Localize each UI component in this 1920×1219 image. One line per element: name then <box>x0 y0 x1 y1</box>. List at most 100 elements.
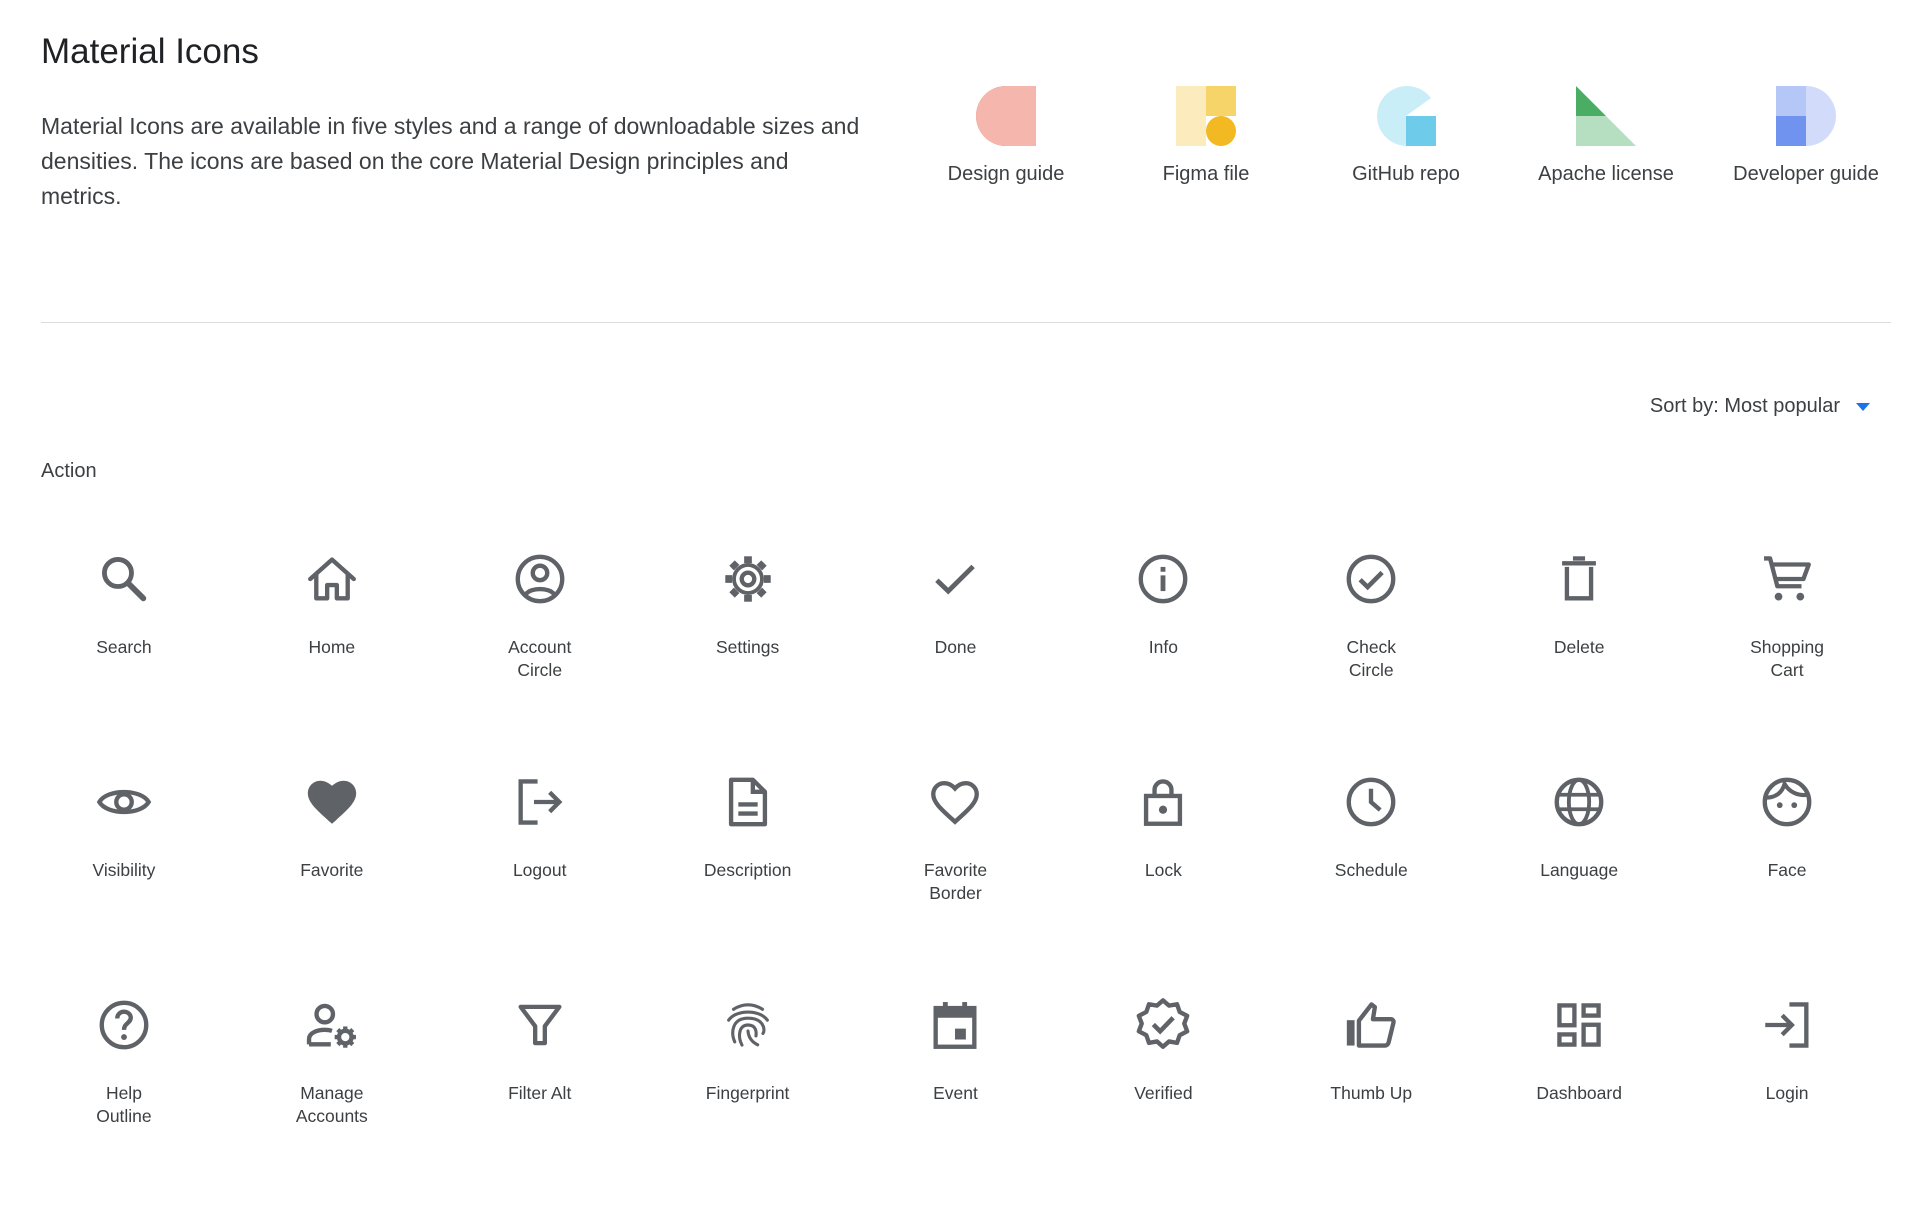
icon-label: Filter Alt <box>508 1083 572 1103</box>
icon-label: Manage Accounts <box>295 1083 368 1126</box>
icon-tile-check-circle[interactable]: Check Circle <box>1267 550 1475 773</box>
icon-label: Search <box>96 637 152 657</box>
search-icon <box>101 557 147 602</box>
language-icon <box>1554 777 1604 827</box>
info-icon <box>1138 554 1188 604</box>
icon-tile-language[interactable]: Language <box>1475 773 1683 996</box>
icon-label: Schedule <box>1334 860 1408 880</box>
icon-tile-verified[interactable]: Verified <box>1059 996 1267 1219</box>
icon-label: Language <box>1540 860 1619 880</box>
icon-tile-favorite[interactable]: Favorite <box>228 773 436 996</box>
favorite-border-icon <box>931 780 980 825</box>
icon-label: Help Outline <box>96 1083 152 1126</box>
icon-label: Favorite <box>300 860 364 880</box>
icon-tile-schedule[interactable]: Schedule <box>1267 773 1475 996</box>
dashboard-icon <box>1557 1003 1601 1047</box>
icon-tile-visibility[interactable]: Visibility <box>20 773 228 996</box>
icon-tile-account-circle[interactable]: Account Circle <box>436 550 644 773</box>
icon-label: Favorite Border <box>923 860 988 903</box>
icon-tile-search[interactable]: Search <box>20 550 228 773</box>
login-icon <box>1765 1002 1809 1048</box>
sort-dropdown[interactable]: Sort by: Most popular <box>1650 395 1870 418</box>
description-icon <box>728 777 767 827</box>
account-circle-icon <box>515 554 565 604</box>
icon-tile-favorite-border[interactable]: Favorite Border <box>852 773 1060 996</box>
visibility-icon <box>96 789 152 815</box>
icon-tile-filter-alt[interactable]: Filter Alt <box>436 996 644 1219</box>
icon-label: Lock <box>1144 860 1182 880</box>
resource-github-repo[interactable]: GitHub repo <box>1306 86 1506 186</box>
icon-label: Check Circle <box>1346 637 1397 680</box>
icon-tile-lock[interactable]: Lock <box>1059 773 1267 996</box>
design-guide-icon <box>976 86 1036 146</box>
icon-label: Event <box>933 1083 978 1103</box>
icon-label: Info <box>1148 637 1178 657</box>
icon-tile-help-outline[interactable]: Help Outline <box>20 996 228 1219</box>
icon-tile-info[interactable]: Info <box>1059 550 1267 773</box>
icon-label: Logout <box>512 860 567 880</box>
section-divider <box>41 322 1891 323</box>
resource-label: GitHub repo <box>1352 163 1460 185</box>
icon-label: Done <box>934 637 977 657</box>
verified-icon <box>1137 998 1190 1049</box>
page-description: Material Icons are available in five sty… <box>41 113 860 209</box>
icon-label: Fingerprint <box>705 1083 790 1103</box>
icon-grid: Search Home Account Circle Settings Done… <box>20 550 1891 1219</box>
resource-apache-license[interactable]: Apache license <box>1506 86 1706 186</box>
figma-file-icon <box>1176 86 1236 146</box>
icon-tile-description[interactable]: Description <box>644 773 852 996</box>
sort-label: Sort by: Most popular <box>1649 395 1840 417</box>
icon-tile-dashboard[interactable]: Dashboard <box>1475 996 1683 1219</box>
icon-tile-delete[interactable]: Delete <box>1475 550 1683 773</box>
icon-tile-fingerprint[interactable]: Fingerprint <box>644 996 852 1219</box>
logout-icon <box>518 779 563 825</box>
settings-icon <box>724 556 771 602</box>
icon-label: Delete <box>1553 637 1605 657</box>
resource-developer-guide[interactable]: Developer guide <box>1706 86 1906 186</box>
apache-license-icon <box>1576 86 1636 146</box>
icon-label: Description <box>703 860 792 880</box>
resource-design-guide[interactable]: Design guide <box>906 86 1106 186</box>
resource-label: Apache license <box>1538 163 1674 185</box>
icon-tile-event[interactable]: Event <box>852 996 1060 1219</box>
fingerprint-icon <box>726 1003 769 1047</box>
icon-tile-thumb-up[interactable]: Thumb Up <box>1267 996 1475 1219</box>
icon-label: Face <box>1767 860 1807 880</box>
icon-label: Dashboard <box>1536 1083 1622 1103</box>
page-title: Material Icons <box>41 32 259 71</box>
favorite-icon <box>307 780 356 824</box>
resource-figma-file[interactable]: Figma file <box>1106 86 1306 186</box>
icon-label: Visibility <box>92 860 156 880</box>
icon-label: Home <box>308 637 356 657</box>
resource-label: Developer guide <box>1733 163 1879 185</box>
icon-tile-done[interactable]: Done <box>852 550 1060 773</box>
icon-label: Settings <box>715 637 780 657</box>
manage-accounts-icon <box>306 1003 356 1048</box>
delete-icon <box>1562 556 1597 601</box>
github-repo-icon <box>1377 86 1436 146</box>
help-outline-icon <box>99 1000 149 1050</box>
icon-tile-face[interactable]: Face <box>1683 773 1891 996</box>
icon-label: Shopping Cart <box>1750 637 1825 680</box>
icon-label: Verified <box>1134 1083 1193 1103</box>
home-icon <box>307 557 356 601</box>
icon-label: Account Circle <box>508 637 572 680</box>
filter-alt-icon <box>518 1004 562 1046</box>
icon-tile-home[interactable]: Home <box>228 550 436 773</box>
icon-tile-settings[interactable]: Settings <box>644 550 852 773</box>
icon-tile-login[interactable]: Login <box>1683 996 1891 1219</box>
schedule-icon <box>1346 777 1396 827</box>
event-icon <box>933 1002 977 1049</box>
dropdown-arrow-icon <box>1856 402 1870 411</box>
icon-tile-shopping-cart[interactable]: Shopping Cart <box>1683 550 1891 773</box>
icon-tile-manage-accounts[interactable]: Manage Accounts <box>228 996 436 1219</box>
resource-label: Figma file <box>1162 163 1250 185</box>
lock-icon <box>1144 779 1183 826</box>
shopping-cart-icon <box>1764 556 1811 601</box>
face-icon <box>1762 777 1812 827</box>
icon-label: Thumb Up <box>1330 1083 1413 1103</box>
thumb-up-icon <box>1347 1002 1397 1048</box>
developer-guide-icon <box>1776 86 1836 146</box>
icon-tile-logout[interactable]: Logout <box>436 773 644 996</box>
icon-label: Login <box>1765 1083 1809 1103</box>
